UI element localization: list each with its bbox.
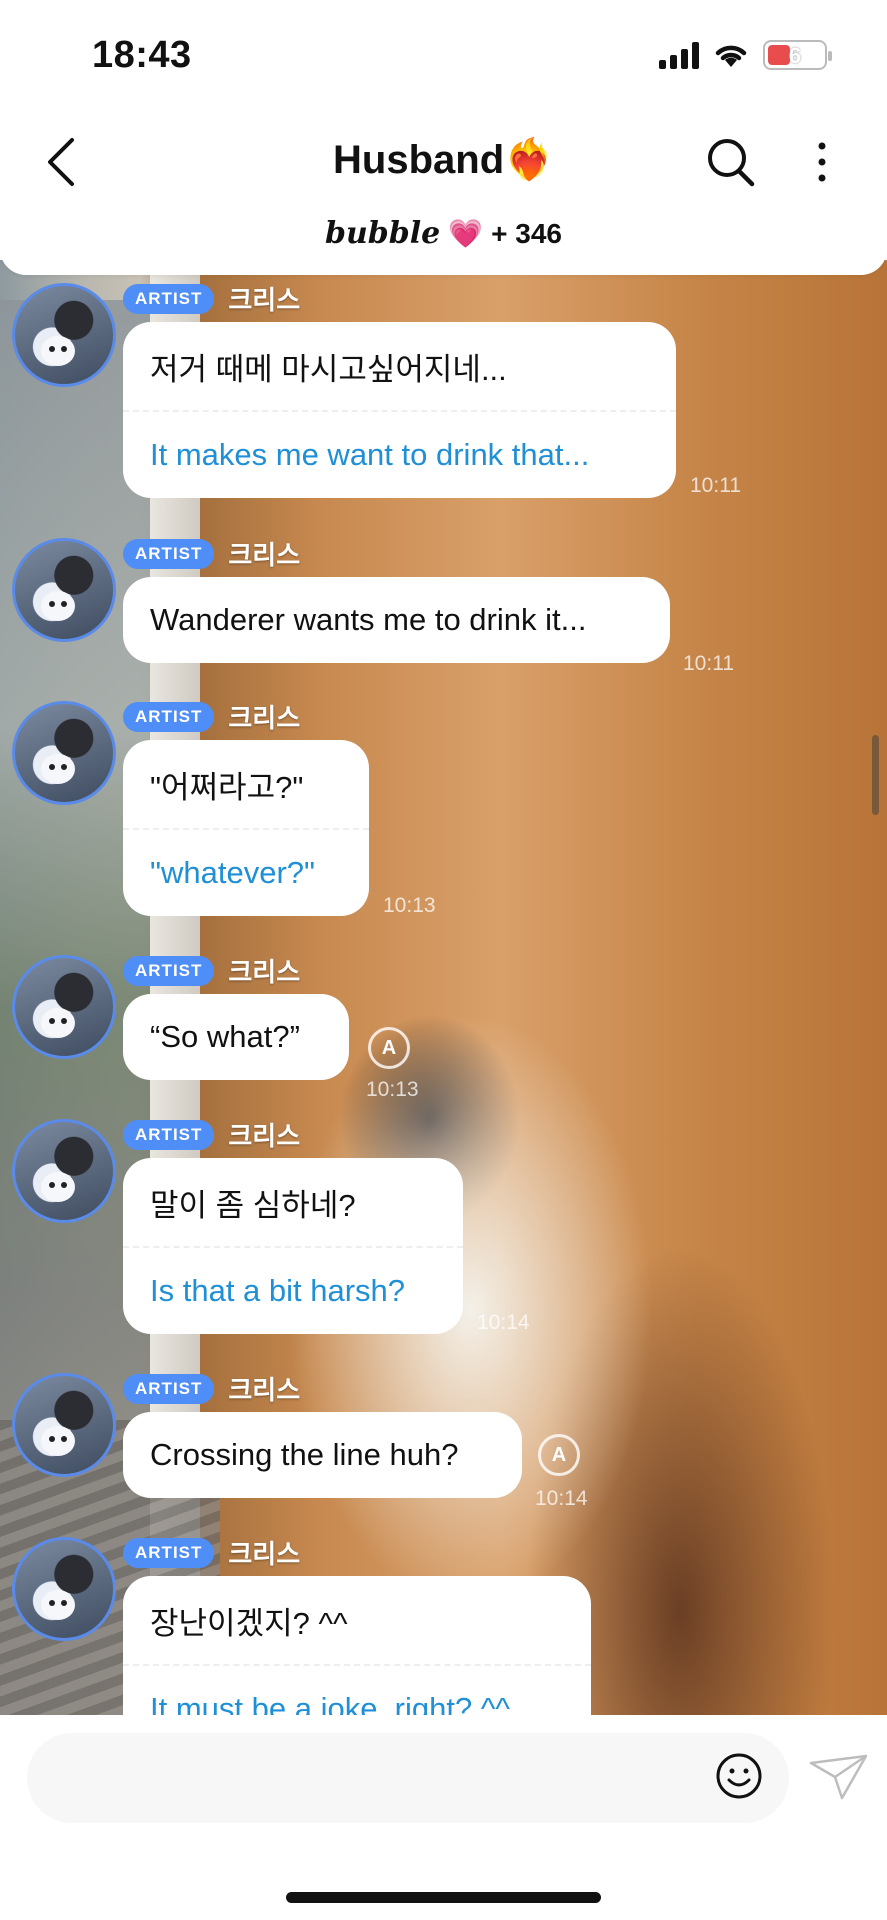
heart-icon: 💗 [448, 218, 484, 249]
status-bar: 18:43 6 [0, 0, 887, 110]
message-time: 10:13 [383, 894, 436, 917]
sender-name: 크리스 [228, 957, 301, 987]
message-original-text: “So what?” [150, 1019, 300, 1054]
message-bubble[interactable]: 장난이겠지? ^^ It must be a joke, right? ^^ [123, 1576, 591, 1715]
chat-header: Husband❤️‍🔥 bubble 💗 + 346 [0, 110, 887, 275]
message-bubble[interactable]: 저거 때메 마시고싶어지네... It makes me want to dri… [123, 322, 676, 498]
message-input-bar [0, 1715, 887, 1920]
message-original-text: "어쩌라고?" [150, 769, 304, 805]
message-time: 10:13 [366, 1078, 419, 1101]
message-original-text: Wanderer wants me to drink it... [150, 602, 587, 637]
bubble-brand-label: bubble [325, 216, 441, 251]
sender-name: 크리스 [228, 540, 301, 570]
message-original-text: 장난이겠지? ^^ [150, 1605, 348, 1641]
message-bubble[interactable]: “So what?” [123, 994, 349, 1080]
home-indicator[interactable] [286, 1892, 601, 1903]
message-bubble[interactable]: 말이 좀 심하네? Is that a bit harsh? [123, 1158, 463, 1334]
artist-avatar[interactable] [12, 1119, 116, 1223]
search-icon[interactable] [705, 134, 757, 190]
artist-avatar[interactable] [12, 283, 116, 387]
artist-avatar[interactable] [12, 1373, 116, 1477]
artist-badge: ARTIST [123, 283, 215, 314]
sender-name: 크리스 [228, 285, 301, 315]
more-vertical-icon[interactable] [810, 134, 834, 190]
sender-name: 크리스 [228, 1121, 301, 1151]
battery-icon: 6 [763, 40, 832, 70]
translate-icon[interactable]: A [538, 1434, 580, 1476]
sender-name: 크리스 [228, 1539, 301, 1569]
message-bubble[interactable]: Crossing the line huh? [123, 1412, 522, 1498]
message-original-text: Crossing the line huh? [150, 1437, 459, 1472]
artist-avatar[interactable] [12, 701, 116, 805]
artist-badge: ARTIST [123, 538, 215, 569]
message-input[interactable] [27, 1733, 789, 1823]
message-translation-text: It makes me want to drink that... [123, 410, 676, 498]
cellular-signal-icon [659, 41, 699, 69]
send-icon[interactable] [808, 1753, 870, 1801]
message-translation-text: "whatever?" [123, 828, 369, 916]
artist-badge: ARTIST [123, 1373, 215, 1404]
status-time: 18:43 [92, 34, 192, 76]
message-time: 10:11 [683, 652, 734, 675]
subscriber-info: bubble 💗 + 346 [0, 216, 887, 251]
subscriber-count: + 346 [491, 217, 562, 249]
wifi-icon [715, 45, 747, 67]
scrollbar[interactable] [872, 735, 879, 815]
artist-badge: ARTIST [123, 701, 215, 732]
artist-badge: ARTIST [123, 955, 215, 986]
message-original-text: 말이 좀 심하네? [150, 1187, 356, 1223]
message-time: 10:14 [535, 1487, 588, 1510]
artist-badge: ARTIST [123, 1119, 215, 1150]
translate-icon[interactable]: A [368, 1027, 410, 1069]
message-time: 10:11 [690, 474, 741, 497]
artist-badge: ARTIST [123, 1537, 215, 1568]
artist-avatar[interactable] [12, 538, 116, 642]
message-original-text: 저거 때메 마시고싶어지네... [150, 351, 507, 387]
artist-avatar[interactable] [12, 1537, 116, 1641]
message-list[interactable]: ARTIST 크리스 저거 때메 마시고싶어지네... It makes me … [0, 275, 887, 1715]
message-translation-text: Is that a bit harsh? [123, 1246, 463, 1334]
artist-avatar[interactable] [12, 955, 116, 1059]
message-time: 10:14 [477, 1311, 530, 1334]
message-bubble[interactable]: Wanderer wants me to drink it... [123, 577, 670, 663]
sender-name: 크리스 [228, 1375, 301, 1405]
message-bubble[interactable]: "어쩌라고?" "whatever?" [123, 740, 369, 916]
emoji-icon[interactable] [714, 1751, 764, 1801]
message-translation-text: It must be a joke, right? ^^ [123, 1664, 591, 1715]
sender-name: 크리스 [228, 703, 301, 733]
